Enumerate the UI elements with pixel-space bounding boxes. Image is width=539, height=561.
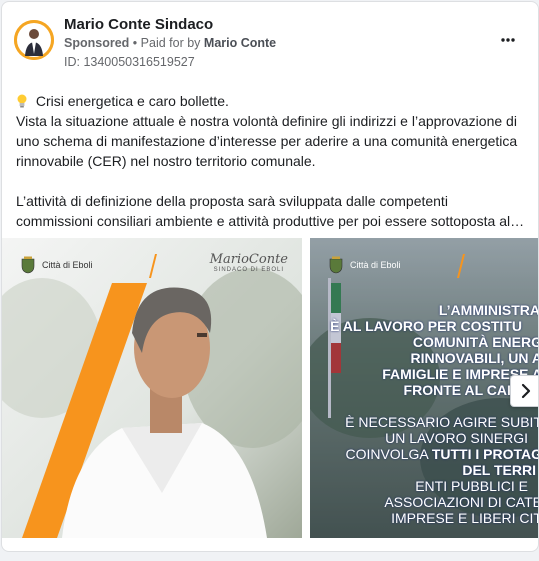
- orange-slash-2: [457, 254, 465, 278]
- chevron-right-icon: [521, 383, 531, 399]
- portrait-photo: [2, 238, 302, 538]
- headline-line: RINNOVABILI, UN A: [410, 350, 538, 366]
- page-avatar[interactable]: [14, 20, 54, 60]
- orange-slash: [149, 254, 157, 278]
- city-logo: Città di Eboli: [20, 256, 93, 274]
- coat-of-arms-icon: [329, 256, 343, 274]
- separator-dot: •: [132, 36, 138, 50]
- signature-text: MarioConte: [209, 252, 288, 267]
- paid-for-name[interactable]: Mario Conte: [204, 36, 276, 50]
- headline-line: FAMIGLIE E IMPRESE A: [382, 366, 538, 382]
- body-line: UN LAVORO SINERGI: [385, 430, 528, 446]
- body-line: ASSOCIAZIONI DI CATE: [384, 494, 538, 510]
- headline-line: L’AMMINISTRA: [438, 302, 538, 318]
- text-paragraph-2[interactable]: L’attività di definizione della proposta…: [16, 191, 528, 231]
- post-text: Crisi energetica e caro bollette. Vista …: [16, 91, 528, 231]
- city-label-2: Città di Eboli: [350, 260, 401, 270]
- headline-line: È AL LAVORO PER COSTITU: [330, 318, 522, 334]
- coat-of-arms-icon: [21, 256, 35, 274]
- body-line: IMPRESE E LIBERI CIT: [391, 510, 538, 526]
- headline-line: COMUNITÀ ENERG: [412, 334, 538, 350]
- carousel-next-button[interactable]: [510, 375, 538, 407]
- ad-card: Mario Conte Sindaco Sponsored • Paid for…: [1, 1, 539, 552]
- city-label: Città di Eboli: [42, 260, 93, 270]
- headline-line: FRONTE AL CARO: [403, 382, 528, 398]
- page-name[interactable]: Mario Conte Sindaco: [64, 16, 213, 33]
- three-dots-icon: [501, 38, 515, 42]
- image-carousel: Città di Eboli MarioConte SINDACO DI EBO…: [2, 238, 538, 538]
- ad-id: ID: 1340050316519527: [64, 55, 195, 69]
- body-text: COINVOLGA: [345, 446, 432, 462]
- more-options-button[interactable]: [496, 30, 520, 50]
- carousel-slide-2[interactable]: Città di Eboli L’AMMINISTRA È AL LAVORO …: [310, 238, 538, 538]
- body-line: DEL TERRI: [462, 462, 536, 478]
- sponsored-label: Sponsored: [64, 36, 130, 50]
- slide-headline: L’AMMINISTRA È AL LAVORO PER COSTITU COM…: [310, 302, 538, 398]
- text-paragraph-1: Vista la situazione attuale è nostra vol…: [16, 113, 518, 169]
- city-logo-2: Città di Eboli: [328, 256, 401, 274]
- text-headline: Crisi energetica e caro bollette.: [35, 93, 229, 109]
- sponsored-line: Sponsored • Paid for by Mario Conte: [64, 36, 276, 50]
- signature-subtitle: SINDACO DI EBOLI: [213, 267, 285, 273]
- body-bold: TUTTI I PROTAG: [431, 446, 538, 462]
- body-line: ENTI PUBBLICI E: [415, 478, 528, 494]
- light-bulb-icon: [16, 91, 32, 111]
- carousel-slide-1[interactable]: Città di Eboli MarioConte SINDACO DI EBO…: [2, 238, 302, 538]
- body-line: COINVOLGA TUTTI I PROTAG: [310, 446, 538, 462]
- text-line-1: Crisi energetica e caro bollette.: [16, 91, 528, 111]
- paid-for-prefix: Paid for by: [140, 36, 201, 50]
- slide-body: È NECESSARIO AGIRE SUBIT UN LAVORO SINER…: [310, 414, 538, 526]
- signature-logo: MarioConte SINDACO DI EBOLI: [210, 252, 288, 273]
- body-line: È NECESSARIO AGIRE SUBIT: [345, 414, 538, 430]
